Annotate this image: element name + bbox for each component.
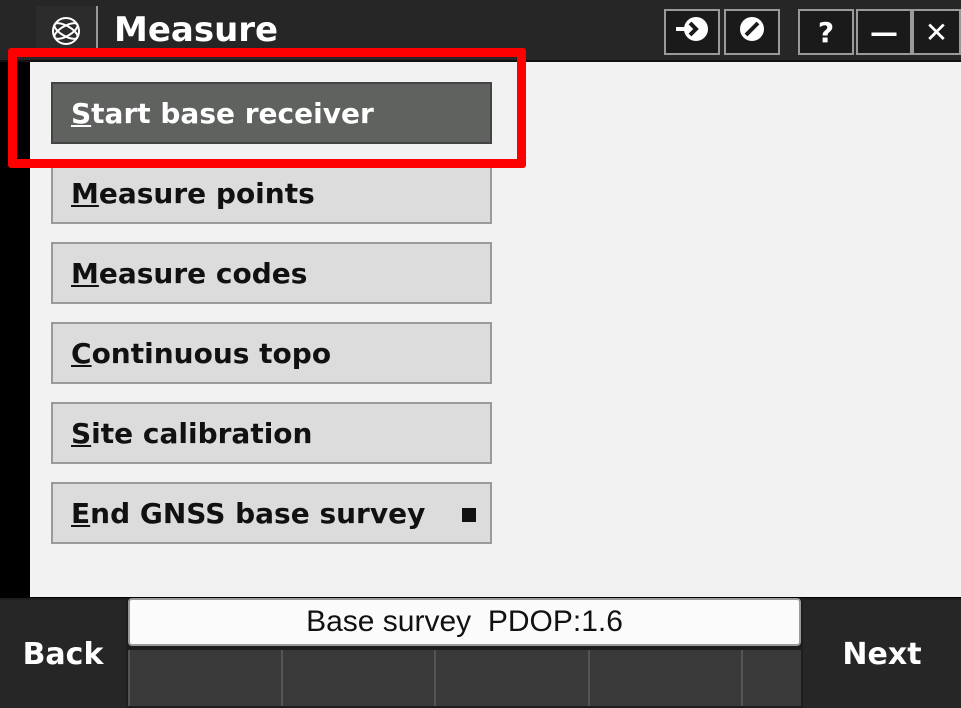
- cancel-circle-icon: [737, 14, 767, 51]
- highlight-box: [8, 48, 526, 168]
- bottom-bar: Back Base survey PDOP:1.6 Next: [0, 598, 961, 708]
- function-key-3[interactable]: [434, 650, 588, 706]
- function-key-4[interactable]: [588, 650, 741, 706]
- end-gnss-base-survey-button[interactable]: End GNSS base survey: [51, 482, 492, 544]
- menu-item-label: ontinuous topo: [91, 336, 332, 370]
- function-keys: [128, 650, 801, 706]
- status-bar: Base survey PDOP:1.6: [128, 598, 801, 646]
- function-key-1[interactable]: [128, 650, 281, 706]
- minimize-button[interactable]: —: [856, 9, 912, 55]
- page-title: Measure: [114, 10, 279, 50]
- site-calibration-button[interactable]: Site calibration: [51, 402, 492, 464]
- submenu-indicator-icon: [462, 508, 476, 522]
- help-button[interactable]: ?: [798, 9, 854, 55]
- next-button[interactable]: Next: [803, 600, 961, 708]
- function-key-5[interactable]: [741, 650, 801, 706]
- minimize-icon: —: [870, 15, 898, 49]
- help-icon: ?: [817, 15, 835, 49]
- function-key-2[interactable]: [281, 650, 434, 706]
- menu-item-label: easure codes: [98, 256, 308, 290]
- menu-item-hotkey: S: [71, 416, 92, 450]
- back-label: Back: [22, 636, 104, 672]
- status-text: Base survey PDOP:1.6: [306, 605, 623, 638]
- continuous-topo-button[interactable]: Continuous topo: [51, 322, 492, 384]
- menu-item-hotkey: E: [71, 496, 91, 530]
- menu-item-label: easure points: [98, 176, 315, 210]
- menu-item-hotkey: C: [71, 336, 92, 370]
- next-label: Next: [842, 636, 922, 672]
- menu-item-label: nd GNSS base survey: [90, 496, 426, 530]
- back-button[interactable]: Back: [0, 600, 126, 708]
- menu-item-label: ite calibration: [91, 416, 313, 450]
- measure-codes-button[interactable]: Measure codes: [51, 242, 492, 304]
- menu-item-hotkey: M: [71, 256, 99, 290]
- close-button[interactable]: ✕: [912, 9, 961, 55]
- cancel-button[interactable]: [724, 9, 780, 55]
- close-icon: ✕: [924, 15, 949, 49]
- enter-arrow-icon: [674, 14, 710, 51]
- enter-button[interactable]: [664, 9, 720, 55]
- menu-item-hotkey: M: [71, 176, 99, 210]
- measure-points-button[interactable]: Measure points: [51, 162, 492, 224]
